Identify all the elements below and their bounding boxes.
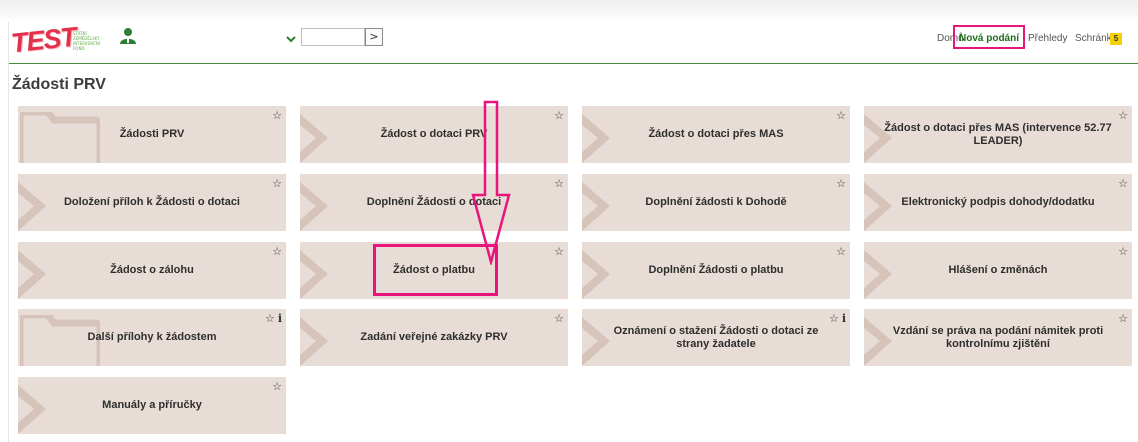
tile-14[interactable]: Oznámení o stažení Žádosti o dotaci ze s…	[582, 309, 850, 366]
tile-actions: ☆	[269, 245, 282, 258]
tile-label: Elektronický podpis dohody/dodatku	[901, 196, 1095, 208]
star-icon[interactable]: ☆	[554, 177, 564, 190]
tile-label: Manuály a příručky	[102, 399, 202, 411]
star-icon[interactable]: ☆	[1118, 312, 1128, 325]
tile-label: Oznámení o stažení Žádosti o dotaci ze s…	[613, 324, 819, 350]
star-icon[interactable]: ☆	[829, 312, 839, 325]
tile-actions: ☆	[833, 109, 846, 122]
star-icon[interactable]: ☆	[272, 380, 282, 393]
nav-overview-link[interactable]: Přehledy	[1028, 33, 1067, 44]
tile-16[interactable]: Manuály a příručky ☆	[18, 377, 286, 434]
star-icon[interactable]: ☆	[1118, 177, 1128, 190]
chevron-down-icon[interactable]	[285, 32, 297, 44]
tile-label: Vzdání se práva na podání námitek proti …	[892, 324, 1104, 350]
logo-text: TEST	[9, 21, 78, 59]
star-icon[interactable]: ☆	[1118, 245, 1128, 258]
tile-actions: ☆	[833, 245, 846, 258]
inbox-count-badge: 5	[1110, 33, 1122, 45]
tile-10[interactable]: Doplnění Žádosti o platbu ☆	[582, 242, 850, 299]
tile-label: Žádost o dotaci PRV	[380, 128, 488, 140]
tile-4[interactable]: Doložení příloh k Žádosti o dotaci ☆	[18, 174, 286, 231]
tile-actions: ☆ i	[826, 312, 846, 325]
tile-1[interactable]: Žádost o dotaci PRV ☆	[300, 106, 568, 163]
tile-label: Doplnění žádosti k Dohodě	[645, 196, 787, 208]
star-icon[interactable]: ☆	[554, 109, 564, 122]
star-icon[interactable]: ☆	[272, 245, 282, 258]
star-icon[interactable]: ☆	[836, 177, 846, 190]
window-top-shade	[0, 0, 1138, 22]
nav-new-submissions-link[interactable]: Nová podání	[959, 33, 1019, 44]
tile-actions: ☆	[551, 177, 564, 190]
tile-8[interactable]: Žádost o zálohu ☆	[18, 242, 286, 299]
tile-label: Žádost o dotaci přes MAS (intervence 52.…	[884, 121, 1112, 147]
user-icon[interactable]	[119, 27, 137, 45]
tile-actions: ☆	[1115, 109, 1128, 122]
tile-label: Žádost o dotaci přes MAS	[648, 128, 784, 140]
tile-label: Hlášení o změnách	[948, 264, 1048, 276]
tile-7[interactable]: Elektronický podpis dohody/dodatku ☆	[864, 174, 1132, 231]
tile-label: Doplnění Žádosti o dotaci	[366, 196, 502, 208]
tile-label: Další přílohy k žádostem	[87, 331, 217, 343]
tile-label: Doložení příloh k Žádosti o dotaci	[63, 196, 240, 208]
info-icon[interactable]: i	[842, 312, 846, 325]
search-input[interactable]	[301, 28, 365, 46]
info-icon[interactable]: i	[278, 312, 282, 325]
tile-actions: ☆	[1115, 177, 1128, 190]
star-icon[interactable]: ☆	[554, 312, 564, 325]
tile-actions: ☆	[269, 109, 282, 122]
tile-actions: ☆	[551, 312, 564, 325]
star-icon[interactable]: ☆	[265, 312, 275, 325]
tile-0[interactable]: Žádosti PRV ☆	[18, 106, 286, 163]
annotation-arrow	[471, 100, 511, 265]
star-icon[interactable]: ☆	[554, 245, 564, 258]
tile-11[interactable]: Hlášení o změnách ☆	[864, 242, 1132, 299]
tile-3[interactable]: Žádost o dotaci přes MAS (intervence 52.…	[864, 106, 1132, 163]
star-icon[interactable]: ☆	[836, 245, 846, 258]
tile-actions: ☆	[1115, 245, 1128, 258]
page-title: Žádosti PRV	[12, 76, 106, 93]
star-icon[interactable]: ☆	[272, 109, 282, 122]
tile-actions: ☆	[1115, 312, 1128, 325]
tile-actions: ☆	[551, 245, 564, 258]
star-icon[interactable]: ☆	[272, 177, 282, 190]
app-frame: TEST STÁTNÍ ZEMĚDĚLSKÝ INTERVENČNÍ FOND …	[8, 22, 1138, 442]
tile-2[interactable]: Žádost o dotaci přes MAS ☆	[582, 106, 850, 163]
tile-13[interactable]: Zadání veřejné zakázky PRV ☆	[300, 309, 568, 366]
tile-6[interactable]: Doplnění žádosti k Dohodě ☆	[582, 174, 850, 231]
star-icon[interactable]: ☆	[1118, 109, 1128, 122]
go-button[interactable]: >	[365, 28, 383, 46]
tile-actions: ☆ i	[262, 312, 282, 325]
tile-actions: ☆	[269, 380, 282, 393]
szif-logo[interactable]: TEST STÁTNÍ ZEMĚDĚLSKÝ INTERVENČNÍ FOND	[9, 21, 106, 59]
tile-15[interactable]: Vzdání se práva na podání námitek proti …	[864, 309, 1132, 366]
tile-actions: ☆	[551, 109, 564, 122]
tile-label: Žádost o zálohu	[110, 264, 194, 276]
tile-actions: ☆	[833, 177, 846, 190]
logo-subtext: STÁTNÍ ZEMĚDĚLSKÝ INTERVENČNÍ FOND	[73, 31, 100, 51]
header-bar: TEST STÁTNÍ ZEMĚDĚLSKÝ INTERVENČNÍ FOND …	[9, 22, 1138, 64]
star-icon[interactable]: ☆	[836, 109, 846, 122]
tile-label: Žádosti PRV	[119, 128, 185, 140]
tile-label: Zadání veřejné zakázky PRV	[360, 331, 508, 343]
tile-label: Doplnění Žádosti o platbu	[648, 264, 784, 276]
tile-12[interactable]: Další přílohy k žádostem ☆ i	[18, 309, 286, 366]
tile-actions: ☆	[269, 177, 282, 190]
tile-5[interactable]: Doplnění Žádosti o dotaci ☆	[300, 174, 568, 231]
